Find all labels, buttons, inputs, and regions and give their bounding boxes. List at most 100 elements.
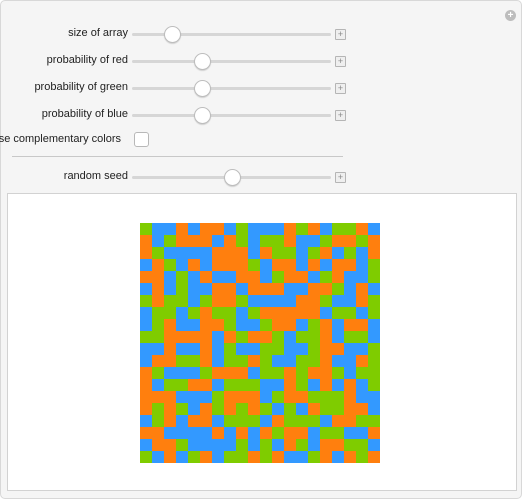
grid-cell — [296, 379, 309, 392]
probability-blue-label: probability of blue — [41, 108, 128, 120]
grid-cell — [140, 391, 153, 404]
grid-cell — [152, 283, 165, 296]
grid-cell — [332, 331, 345, 344]
grid-cell — [212, 319, 225, 332]
grid-cell — [248, 451, 261, 463]
complementary-colors-control: use complementary colors — [0, 130, 361, 150]
grid-cell — [188, 367, 201, 380]
grid-cell — [344, 427, 357, 440]
grid-cell — [164, 247, 177, 260]
grid-cell — [200, 379, 213, 392]
probability-red-slider-thumb[interactable] — [193, 53, 211, 70]
size-of-array-slider-track[interactable] — [132, 33, 331, 36]
grid-cell — [200, 415, 213, 428]
grid-cell — [344, 379, 357, 392]
grid-cell — [200, 271, 213, 284]
grid-cell — [344, 259, 357, 272]
grid-cell — [344, 451, 357, 463]
grid-cell — [212, 379, 225, 392]
grid-cell — [164, 379, 177, 392]
grid-cell — [356, 355, 369, 368]
grid-cell — [236, 415, 249, 428]
grid-cell — [152, 391, 165, 404]
grid-cell — [368, 283, 380, 296]
grid-cell — [272, 307, 285, 320]
random-seed-plus-icon[interactable]: + — [335, 172, 346, 183]
grid-cell — [212, 367, 225, 380]
grid-cell — [236, 247, 249, 260]
grid-cell — [368, 451, 380, 463]
grid-cell — [224, 271, 237, 284]
probability-red-plus-icon[interactable]: + — [335, 56, 346, 67]
grid-cell — [152, 319, 165, 332]
grid-cell — [332, 355, 345, 368]
complementary-colors-checkbox[interactable] — [134, 132, 149, 147]
grid-cell — [212, 331, 225, 344]
grid-cell — [320, 355, 333, 368]
grid-cell — [356, 343, 369, 356]
probability-blue-slider-track[interactable] — [132, 114, 331, 117]
grid-cell — [236, 343, 249, 356]
grid-cell — [260, 439, 273, 452]
grid-cell — [152, 367, 165, 380]
grid-cell — [296, 391, 309, 404]
grid-cell — [260, 283, 273, 296]
grid-cell — [320, 403, 333, 416]
grid-cell — [356, 391, 369, 404]
probability-blue-plus-icon[interactable]: + — [335, 110, 346, 121]
grid-cell — [308, 319, 321, 332]
grid-cell — [212, 451, 225, 463]
grid-cell — [296, 415, 309, 428]
grid-cell — [176, 307, 189, 320]
grid-cell — [296, 259, 309, 272]
grid-cell — [212, 223, 225, 236]
grid-cell — [368, 343, 380, 356]
grid-cell — [332, 367, 345, 380]
grid-cell — [164, 271, 177, 284]
grid-cell — [152, 451, 165, 463]
grid-cell — [284, 307, 297, 320]
grid-cell — [260, 247, 273, 260]
grid-cell — [332, 259, 345, 272]
grid-cell — [332, 415, 345, 428]
probability-green-plus-icon[interactable]: + — [335, 83, 346, 94]
grid-cell — [224, 259, 237, 272]
grid-cell — [296, 331, 309, 344]
probability-green-slider-thumb[interactable] — [193, 80, 211, 97]
grid-cell — [284, 355, 297, 368]
plus-circle-icon[interactable]: + — [505, 10, 516, 21]
grid-cell — [356, 415, 369, 428]
grid-cell — [344, 331, 357, 344]
grid-cell — [176, 247, 189, 260]
grid-cell — [176, 295, 189, 308]
grid-cell — [164, 343, 177, 356]
grid-cell — [236, 331, 249, 344]
grid-cell — [284, 259, 297, 272]
grid-cell — [308, 379, 321, 392]
grid-cell — [200, 451, 213, 463]
size-of-array-plus-icon[interactable]: + — [335, 29, 346, 40]
probability-blue-slider-thumb[interactable] — [193, 107, 211, 124]
grid-cell — [152, 379, 165, 392]
grid-cell — [236, 451, 249, 463]
probability-red-slider-track[interactable] — [132, 60, 331, 63]
size-of-array-slider-thumb[interactable] — [163, 26, 181, 43]
probability-green-control: probability of green + — [1, 78, 361, 98]
probability-green-slider-track[interactable] — [132, 87, 331, 90]
grid-cell — [224, 283, 237, 296]
grid-cell — [224, 379, 237, 392]
grid-cell — [152, 307, 165, 320]
grid-cell — [272, 367, 285, 380]
grid-cell — [188, 391, 201, 404]
random-color-array — [140, 223, 380, 463]
grid-cell — [236, 391, 249, 404]
random-seed-slider-thumb[interactable] — [223, 169, 241, 186]
grid-cell — [248, 319, 261, 332]
grid-cell — [140, 403, 153, 416]
grid-cell — [320, 319, 333, 332]
grid-cell — [272, 331, 285, 344]
grid-cell — [248, 223, 261, 236]
grid-cell — [152, 295, 165, 308]
grid-cell — [320, 391, 333, 404]
grid-cell — [284, 319, 297, 332]
